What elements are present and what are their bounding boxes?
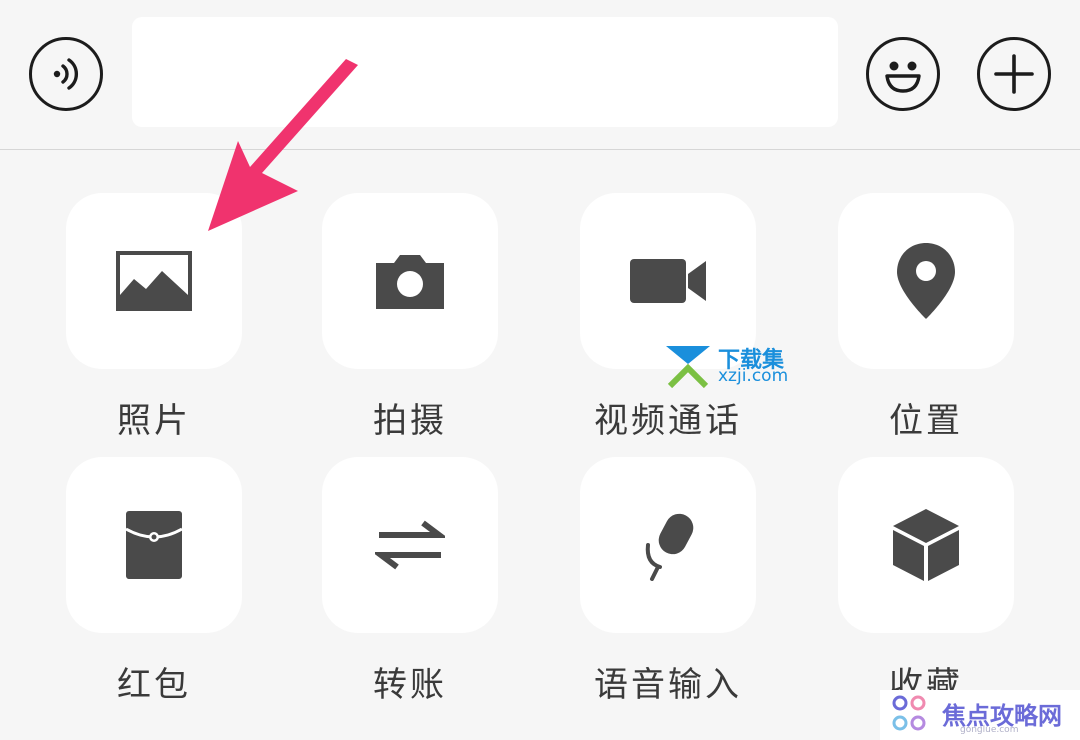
red-packet-label: 红包 bbox=[117, 665, 191, 705]
voice-icon bbox=[53, 58, 79, 90]
xzji-logo-icon bbox=[666, 346, 710, 388]
voice-button[interactable] bbox=[29, 37, 103, 111]
photo-button[interactable] bbox=[66, 193, 242, 369]
photo-label: 照片 bbox=[117, 401, 191, 441]
chat-input-bar bbox=[0, 0, 1080, 150]
transfer-label: 转账 bbox=[373, 665, 447, 705]
red-packet-button[interactable] bbox=[66, 457, 242, 633]
more-button[interactable] bbox=[977, 37, 1051, 111]
camera-label: 拍摄 bbox=[373, 401, 447, 441]
watermark-xzji-sub: xzji.com bbox=[718, 366, 789, 386]
camera-button[interactable] bbox=[322, 193, 498, 369]
voice-input-button[interactable] bbox=[580, 457, 756, 633]
photo-icon bbox=[116, 251, 192, 311]
location-button[interactable] bbox=[838, 193, 1014, 369]
voice-input-label: 语音输入 bbox=[594, 665, 742, 705]
message-input[interactable] bbox=[132, 17, 838, 127]
red-packet-icon bbox=[125, 511, 183, 579]
favorites-cube-icon bbox=[893, 509, 959, 581]
location-label: 位置 bbox=[889, 401, 963, 441]
video-call-label: 视频通话 bbox=[594, 401, 742, 441]
location-pin-icon bbox=[897, 243, 955, 319]
jiaodian-logo-icon bbox=[892, 695, 926, 731]
video-call-icon bbox=[630, 259, 706, 303]
transfer-button[interactable] bbox=[322, 457, 498, 633]
divider bbox=[0, 149, 1080, 150]
microphone-icon bbox=[645, 513, 694, 581]
transfer-icon bbox=[375, 520, 445, 570]
watermark-jiaodian: 焦点攻略网 gonglue.com bbox=[880, 690, 1080, 740]
emoji-button[interactable] bbox=[866, 37, 940, 111]
watermark-xzji: 下载集 xzji.com bbox=[660, 342, 810, 390]
plus-icon bbox=[994, 54, 1034, 94]
chat-input-panel: 照片 拍摄 视频通话 位置 红包 转账 语音输入 收藏 下载集 xzji.com… bbox=[0, 0, 1080, 740]
watermark-jiaodian-sub: gonglue.com bbox=[960, 725, 1019, 735]
smiley-icon bbox=[885, 61, 921, 93]
camera-icon bbox=[376, 255, 444, 309]
favorites-button[interactable] bbox=[838, 457, 1014, 633]
